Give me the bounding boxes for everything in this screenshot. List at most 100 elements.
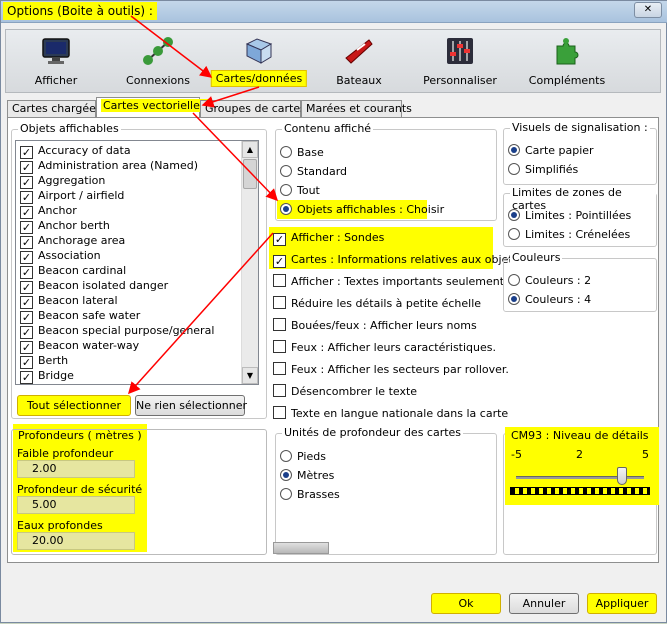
radio-label: Limites : Pointillées	[525, 209, 632, 222]
close-button[interactable]: ✕	[634, 2, 662, 18]
unites-option[interactable]: Mètres	[280, 468, 334, 483]
list-item[interactable]: ✓Bridge	[20, 368, 74, 384]
eaux-profondes-label: Eaux profondes	[17, 519, 103, 532]
visuels-option[interactable]: Simplifiés	[508, 162, 578, 177]
radio-button[interactable]	[508, 144, 520, 156]
item-label: Beacon isolated danger	[38, 279, 169, 292]
display-option[interactable]: Feux : Afficher les secteurs par rollove…	[273, 362, 509, 377]
list-item[interactable]: ✓ Beacon special purpose/general	[20, 323, 214, 339]
radio-button[interactable]	[508, 228, 520, 240]
ok-button[interactable]: Ok	[431, 593, 501, 614]
display-option[interactable]: ✓ Cartes : Informations relatives aux obj…	[273, 252, 522, 268]
scroll-down-button[interactable]: ▼	[242, 367, 258, 384]
list-item[interactable]: ✓ Beacon water-way	[20, 338, 139, 354]
apply-button[interactable]: Appliquer	[587, 593, 657, 614]
tab-marees-et-courants[interactable]: Marées et courants	[301, 100, 412, 118]
list-item[interactable]: ✓Bridge	[20, 383, 74, 384]
contenu-option[interactable]: Base	[280, 145, 324, 160]
couleurs-option[interactable]: Couleurs : 2	[508, 273, 591, 288]
radio-button[interactable]	[508, 163, 520, 175]
radio-button[interactable]	[280, 469, 292, 481]
cm93-max-label: 5	[642, 448, 649, 461]
faible-profondeur-input[interactable]: 2.00	[17, 460, 135, 478]
scroll-up-button[interactable]: ▲	[242, 141, 258, 158]
option-checkbox[interactable]	[273, 296, 286, 309]
toolbar-label: Cartes/données	[210, 70, 308, 87]
display-option[interactable]: Désencombrer le texte	[273, 384, 417, 399]
option-checkbox[interactable]	[273, 274, 286, 287]
option-checkbox[interactable]: ✓	[273, 233, 286, 246]
toolbar-personnaliser[interactable]: Personnaliser	[420, 30, 500, 92]
radio-button[interactable]	[280, 488, 292, 500]
radio-button[interactable]	[280, 450, 292, 462]
option-checkbox[interactable]	[273, 340, 286, 353]
radio-button[interactable]	[508, 209, 520, 221]
item-label: Beacon lateral	[38, 294, 118, 307]
radio-button[interactable]	[280, 184, 292, 196]
visuels-option[interactable]: Carte papier	[508, 143, 594, 158]
list-item[interactable]: ✓ Berth	[20, 353, 68, 369]
option-label: Bouées/feux : Afficher leurs noms	[291, 319, 477, 332]
contenu-option[interactable]: Objets affichables : Choisir	[280, 202, 444, 217]
display-option[interactable]: Afficher : Textes importants seulement	[273, 274, 504, 289]
display-option[interactable]: Bouées/feux : Afficher leurs noms	[273, 318, 477, 333]
list-item[interactable]: ✓ Airport / airfield	[20, 188, 124, 204]
tab-groupes-de-cartes[interactable]: Groupes de cartes	[200, 100, 306, 118]
couleurs-option[interactable]: Couleurs : 4	[508, 292, 591, 307]
list-item[interactable]: ✓ Association	[20, 248, 101, 264]
list-item[interactable]: ✓ Aggregation	[20, 173, 105, 189]
list-item[interactable]: ✓ Beacon isolated danger	[20, 278, 169, 294]
option-checkbox[interactable]: ✓	[273, 255, 286, 268]
display-option[interactable]: ✓ Afficher : Sondes	[273, 230, 384, 246]
display-option[interactable]: Réduire les détails à petite échelle	[273, 296, 481, 311]
tab-cartes-vectorielles[interactable]: Cartes vectorielles	[96, 97, 208, 118]
eaux-profondes-input[interactable]: 20.00	[17, 532, 135, 550]
contenu-option[interactable]: Tout	[280, 183, 320, 198]
item-label: Anchorage area	[38, 234, 126, 247]
limites-option[interactable]: Limites : Crénelées	[508, 227, 630, 242]
select-none-button[interactable]: Ne rien sélectionner	[135, 395, 247, 416]
list-item[interactable]: ✓ Beacon lateral	[20, 293, 118, 309]
item-label: Accuracy of data	[38, 144, 131, 157]
radio-button[interactable]	[508, 293, 520, 305]
list-item[interactable]: ✓ Anchor	[20, 203, 77, 219]
toolbar-label: Compléments	[528, 74, 606, 87]
item-label: Anchor	[38, 204, 77, 217]
radio-button[interactable]	[280, 203, 292, 215]
unites-option[interactable]: Pieds	[280, 449, 326, 464]
toolbar-connexions[interactable]: Connexions	[118, 30, 198, 92]
option-checkbox[interactable]	[273, 318, 286, 331]
toolbar-complements[interactable]: Compléments	[522, 30, 612, 92]
list-item[interactable]: ✓ Accuracy of data	[20, 143, 131, 159]
list-scrollbar[interactable]: ▲ ▼	[241, 141, 258, 384]
horizontal-scrollbar[interactable]	[273, 542, 329, 554]
list-item[interactable]: ✓ Beacon safe water	[20, 308, 140, 324]
radio-button[interactable]	[280, 146, 292, 158]
toolbar-bateaux[interactable]: Bateaux	[324, 30, 394, 92]
radio-button[interactable]	[280, 165, 292, 177]
limites-option[interactable]: Limites : Pointillées	[508, 208, 631, 223]
sliders-icon	[447, 38, 473, 64]
radio-button[interactable]	[508, 274, 520, 286]
cm93-slider-thumb[interactable]	[617, 467, 628, 485]
list-item[interactable]: ✓ Administration area (Named)	[20, 158, 198, 174]
cancel-button[interactable]: Annuler	[509, 593, 579, 614]
option-checkbox[interactable]	[273, 406, 286, 419]
profondeur-securite-input[interactable]: 5.00	[17, 496, 135, 514]
display-option[interactable]: Feux : Afficher leurs caractéristiques.	[273, 340, 496, 355]
scroll-thumb[interactable]	[243, 159, 257, 189]
tab-cartes-chargees[interactable]: Cartes chargées	[7, 100, 102, 118]
select-all-button[interactable]: Tout sélectionner	[17, 395, 131, 416]
display-option[interactable]: Texte en langue nationale dans la carte	[273, 406, 508, 421]
toolbar-afficher[interactable]: Afficher	[16, 30, 96, 92]
unites-option[interactable]: Brasses	[280, 487, 340, 502]
list-item[interactable]: ✓ Beacon cardinal	[20, 263, 126, 279]
option-checkbox[interactable]	[273, 362, 286, 375]
item-label: Association	[38, 249, 101, 262]
objects-list[interactable]: ✓ Accuracy of data ✓ Administration area (N…	[15, 140, 259, 385]
contenu-option[interactable]: Standard	[280, 164, 347, 179]
toolbar-cartes-donnees[interactable]: Cartes/données	[210, 30, 308, 92]
option-checkbox[interactable]	[273, 384, 286, 397]
list-item[interactable]: ✓ Anchor berth	[20, 218, 110, 234]
list-item[interactable]: ✓ Anchorage area	[20, 233, 126, 249]
